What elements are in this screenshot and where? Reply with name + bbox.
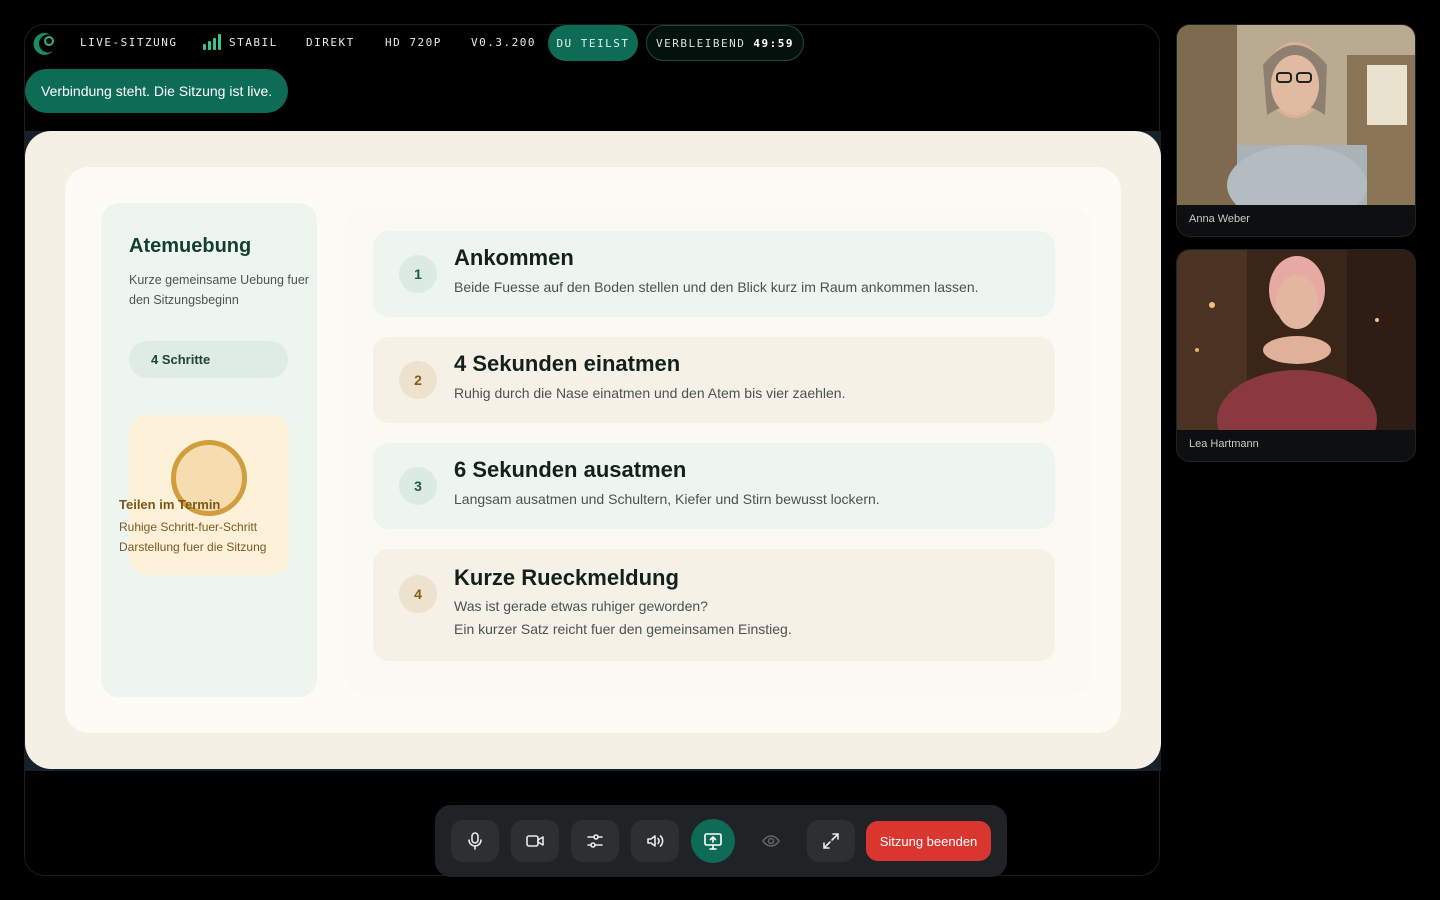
camera-button[interactable]	[511, 820, 559, 862]
step-title: Kurze Rueckmeldung	[454, 565, 679, 590]
step-item: 3 6 Sekunden ausatmen Langsam ausatmen u…	[373, 443, 1055, 529]
eye-icon	[762, 835, 780, 847]
status-bar: LIVE-SITZUNG STABIL DIREKT HD 720P V0.3.…	[25, 25, 1159, 61]
card-title: Teilen im Termin	[119, 497, 221, 512]
steps-count-badge: 4 Schritte	[129, 341, 288, 378]
step-text: Beide Fuesse auf den Boden stellen und d…	[454, 279, 979, 295]
step-number: 2	[399, 361, 437, 399]
step-text: Ruhig durch die Nase einatmen und den At…	[454, 385, 846, 401]
step-number: 3	[399, 467, 437, 505]
step-number: 1	[399, 255, 437, 293]
speaker-button[interactable]	[631, 820, 679, 862]
microphone-icon	[468, 832, 482, 850]
signal-status-label: STABIL	[229, 36, 278, 49]
call-stage: LIVE-SITZUNG STABIL DIREKT HD 720P V0.3.…	[24, 24, 1161, 877]
step-item: 1 Ankommen Beide Fuesse auf den Boden st…	[373, 231, 1055, 317]
shared-screen: Atemuebung Kurze gemeinsame Uebung fuer …	[25, 131, 1161, 771]
version-label: V0.3.200	[471, 36, 536, 49]
app-logo-icon	[33, 32, 54, 55]
session-status-label: LIVE-SITZUNG	[80, 36, 178, 49]
shared-slide: Atemuebung Kurze gemeinsame Uebung fuer …	[25, 131, 1161, 769]
step-number: 4	[399, 575, 437, 613]
step-text-line2: Ein kurzer Satz reicht fuer den gemeinsa…	[454, 621, 792, 637]
call-controls: Sitzung beenden	[435, 805, 1007, 877]
screen-share-button[interactable]	[691, 819, 735, 863]
signal-bars-icon	[203, 34, 223, 50]
fullscreen-icon	[823, 833, 839, 849]
video-quality-label: HD 720P	[385, 36, 442, 49]
slide-subtitle: Kurze gemeinsame Uebung fuer den Sitzung…	[129, 273, 309, 307]
camera-icon	[526, 835, 544, 847]
step-item: 2 4 Sekunden einatmen Ruhig durch die Na…	[373, 337, 1055, 423]
settings-sliders-icon	[587, 834, 603, 848]
end-session-button[interactable]: Sitzung beenden	[866, 821, 991, 861]
card-text: Ruhige Schritt-fuer-Schritt Darstellung …	[119, 520, 267, 554]
remaining-label: VERBLEIBEND	[656, 36, 746, 50]
participant-name: Anna Weber	[1189, 213, 1250, 225]
remaining-timer: 49:59	[753, 36, 794, 50]
step-item: 4 Kurze Rueckmeldung Was ist gerade etwa…	[373, 549, 1055, 661]
participant-video-anna	[1177, 25, 1415, 205]
slide-content: Atemuebung Kurze gemeinsame Uebung fuer …	[65, 167, 1121, 733]
microphone-button[interactable]	[451, 820, 499, 862]
sharing-badge: DU TEILST	[548, 25, 638, 61]
participant-tile[interactable]: Lea Hartmann	[1176, 249, 1416, 462]
step-title: 6 Sekunden ausatmen	[454, 457, 687, 482]
settings-button[interactable]	[571, 820, 619, 862]
remaining-time-badge: VERBLEIBEND 49:59	[646, 25, 804, 61]
step-text: Was ist gerade etwas ruhiger geworden?	[454, 598, 708, 614]
step-text: Langsam ausatmen und Schultern, Kiefer u…	[454, 491, 880, 507]
fullscreen-button[interactable]	[807, 820, 855, 862]
step-title: 4 Sekunden einatmen	[454, 351, 681, 376]
speaker-icon	[647, 835, 664, 847]
steps-list: 1 Ankommen Beide Fuesse auf den Boden st…	[345, 207, 1091, 695]
visibility-button[interactable]	[747, 820, 795, 862]
connection-toast: Verbindung steht. Die Sitzung ist live.	[25, 69, 289, 113]
screen-share-icon	[704, 833, 722, 850]
slide-title: Atemuebung	[129, 235, 252, 257]
slide-sidebar: Atemuebung Kurze gemeinsame Uebung fuer …	[101, 203, 317, 697]
connection-mode-label: DIREKT	[306, 36, 355, 49]
participant-tile[interactable]: Anna Weber	[1176, 24, 1416, 237]
step-title: Ankommen	[454, 245, 574, 270]
participant-video-lea	[1177, 250, 1415, 430]
participant-name: Lea Hartmann	[1189, 438, 1259, 450]
